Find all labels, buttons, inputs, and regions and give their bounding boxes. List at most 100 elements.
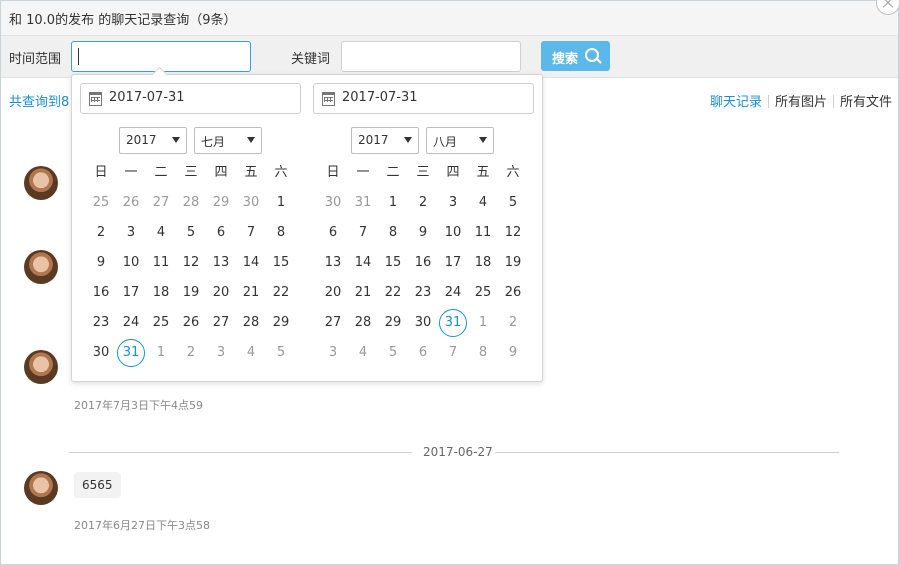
calendar-day[interactable]: 27 [318,308,348,338]
calendar-day[interactable]: 19 [498,248,528,278]
avatar[interactable] [24,250,58,284]
tab-chat-history[interactable]: 聊天记录 [704,91,768,110]
calendar-day[interactable]: 25 [468,278,498,308]
calendar-day[interactable]: 1 [378,188,408,218]
calendar-day[interactable]: 6 [206,218,236,248]
calendar-day[interactable]: 3 [318,338,348,368]
calendar-day[interactable]: 1 [266,188,296,218]
calendar-day[interactable]: 8 [468,338,498,368]
calendar-day[interactable]: 5 [498,188,528,218]
calendar-day[interactable]: 10 [116,248,146,278]
calendar-day[interactable]: 25 [146,308,176,338]
calendar-day[interactable]: 30 [408,308,438,338]
calendar-day[interactable]: 24 [438,278,468,308]
calendar-day[interactable]: 3 [206,338,236,368]
calendar-day[interactable]: 9 [408,218,438,248]
calendar-day[interactable]: 28 [348,308,378,338]
calendar-day[interactable]: 6 [408,338,438,368]
calendar-day[interactable]: 22 [378,278,408,308]
calendar-day[interactable]: 30 [86,338,116,368]
calendar-day[interactable]: 3 [116,218,146,248]
calendar-day[interactable]: 29 [378,308,408,338]
calendar-day[interactable]: 9 [86,248,116,278]
calendar-day[interactable]: 7 [348,218,378,248]
tab-all-images[interactable]: 所有图片 [769,91,833,110]
calendar-day[interactable]: 31 [348,188,378,218]
calendar-day[interactable]: 26 [176,308,206,338]
calendar-day[interactable]: 31 [438,308,468,338]
tab-all-files[interactable]: 所有文件 [834,91,898,110]
calendar-day[interactable]: 21 [348,278,378,308]
calendar-day[interactable]: 17 [116,278,146,308]
calendar-day[interactable]: 26 [116,188,146,218]
avatar[interactable] [24,350,58,384]
calendar-day[interactable]: 16 [86,278,116,308]
calendar-day[interactable]: 8 [266,218,296,248]
calendar-day[interactable]: 29 [266,308,296,338]
calendar-day[interactable]: 5 [266,338,296,368]
calendar-day[interactable]: 27 [206,308,236,338]
calendar-day[interactable]: 20 [206,278,236,308]
calendar-day[interactable]: 13 [318,248,348,278]
calendar-day[interactable]: 5 [176,218,206,248]
calendar-day[interactable]: 8 [378,218,408,248]
calendar-day[interactable]: 4 [468,188,498,218]
calendar-day[interactable]: 19 [176,278,206,308]
calendar-day[interactable]: 2 [86,218,116,248]
calendar-day[interactable]: 11 [468,218,498,248]
start-year-select[interactable]: 2017 [119,127,187,154]
calendar-day[interactable]: 1 [146,338,176,368]
avatar[interactable] [24,471,58,505]
close-icon[interactable] [876,0,899,15]
calendar-day[interactable]: 1 [468,308,498,338]
end-month-select[interactable]: 八月 [426,127,494,154]
calendar-day[interactable]: 28 [176,188,206,218]
calendar-day[interactable]: 2 [176,338,206,368]
calendar-day[interactable]: 23 [86,308,116,338]
calendar-day[interactable]: 16 [408,248,438,278]
calendar-day[interactable]: 31 [116,338,146,368]
calendar-day[interactable]: 25 [86,188,116,218]
calendar-day[interactable]: 5 [378,338,408,368]
calendar-day[interactable]: 2 [498,308,528,338]
calendar-day[interactable]: 13 [206,248,236,278]
calendar-day[interactable]: 14 [348,248,378,278]
calendar-day[interactable]: 18 [468,248,498,278]
calendar-day[interactable]: 10 [438,218,468,248]
calendar-day[interactable]: 12 [176,248,206,278]
calendar-day[interactable]: 28 [236,308,266,338]
calendar-day[interactable]: 3 [438,188,468,218]
avatar[interactable] [24,166,58,200]
calendar-day[interactable]: 30 [318,188,348,218]
calendar-day[interactable]: 4 [146,218,176,248]
calendar-day[interactable]: 29 [206,188,236,218]
calendar-day[interactable]: 6 [318,218,348,248]
calendar-day[interactable]: 23 [408,278,438,308]
calendar-day[interactable]: 14 [236,248,266,278]
calendar-day[interactable]: 4 [348,338,378,368]
calendar-day[interactable]: 15 [266,248,296,278]
calendar-day[interactable]: 30 [236,188,266,218]
calendar-day[interactable]: 7 [236,218,266,248]
calendar-day[interactable]: 17 [438,248,468,278]
calendar-day[interactable]: 21 [236,278,266,308]
calendar-day[interactable]: 4 [236,338,266,368]
search-button[interactable]: 搜索 [541,41,610,71]
end-date-field[interactable]: 2017-07-31 [313,83,534,114]
end-year-select[interactable]: 2017 [351,127,419,154]
calendar-day[interactable]: 7 [438,338,468,368]
calendar-day[interactable]: 20 [318,278,348,308]
calendar-day[interactable]: 15 [378,248,408,278]
keyword-input[interactable] [341,41,521,72]
calendar-day[interactable]: 9 [498,338,528,368]
calendar-day[interactable]: 24 [116,308,146,338]
calendar-day[interactable]: 26 [498,278,528,308]
calendar-day[interactable]: 18 [146,278,176,308]
start-month-select[interactable]: 七月 [194,127,262,154]
calendar-day[interactable]: 22 [266,278,296,308]
calendar-day[interactable]: 2 [408,188,438,218]
calendar-day[interactable]: 11 [146,248,176,278]
calendar-day[interactable]: 27 [146,188,176,218]
calendar-day[interactable]: 12 [498,218,528,248]
start-date-field[interactable]: 2017-07-31 [80,83,301,114]
